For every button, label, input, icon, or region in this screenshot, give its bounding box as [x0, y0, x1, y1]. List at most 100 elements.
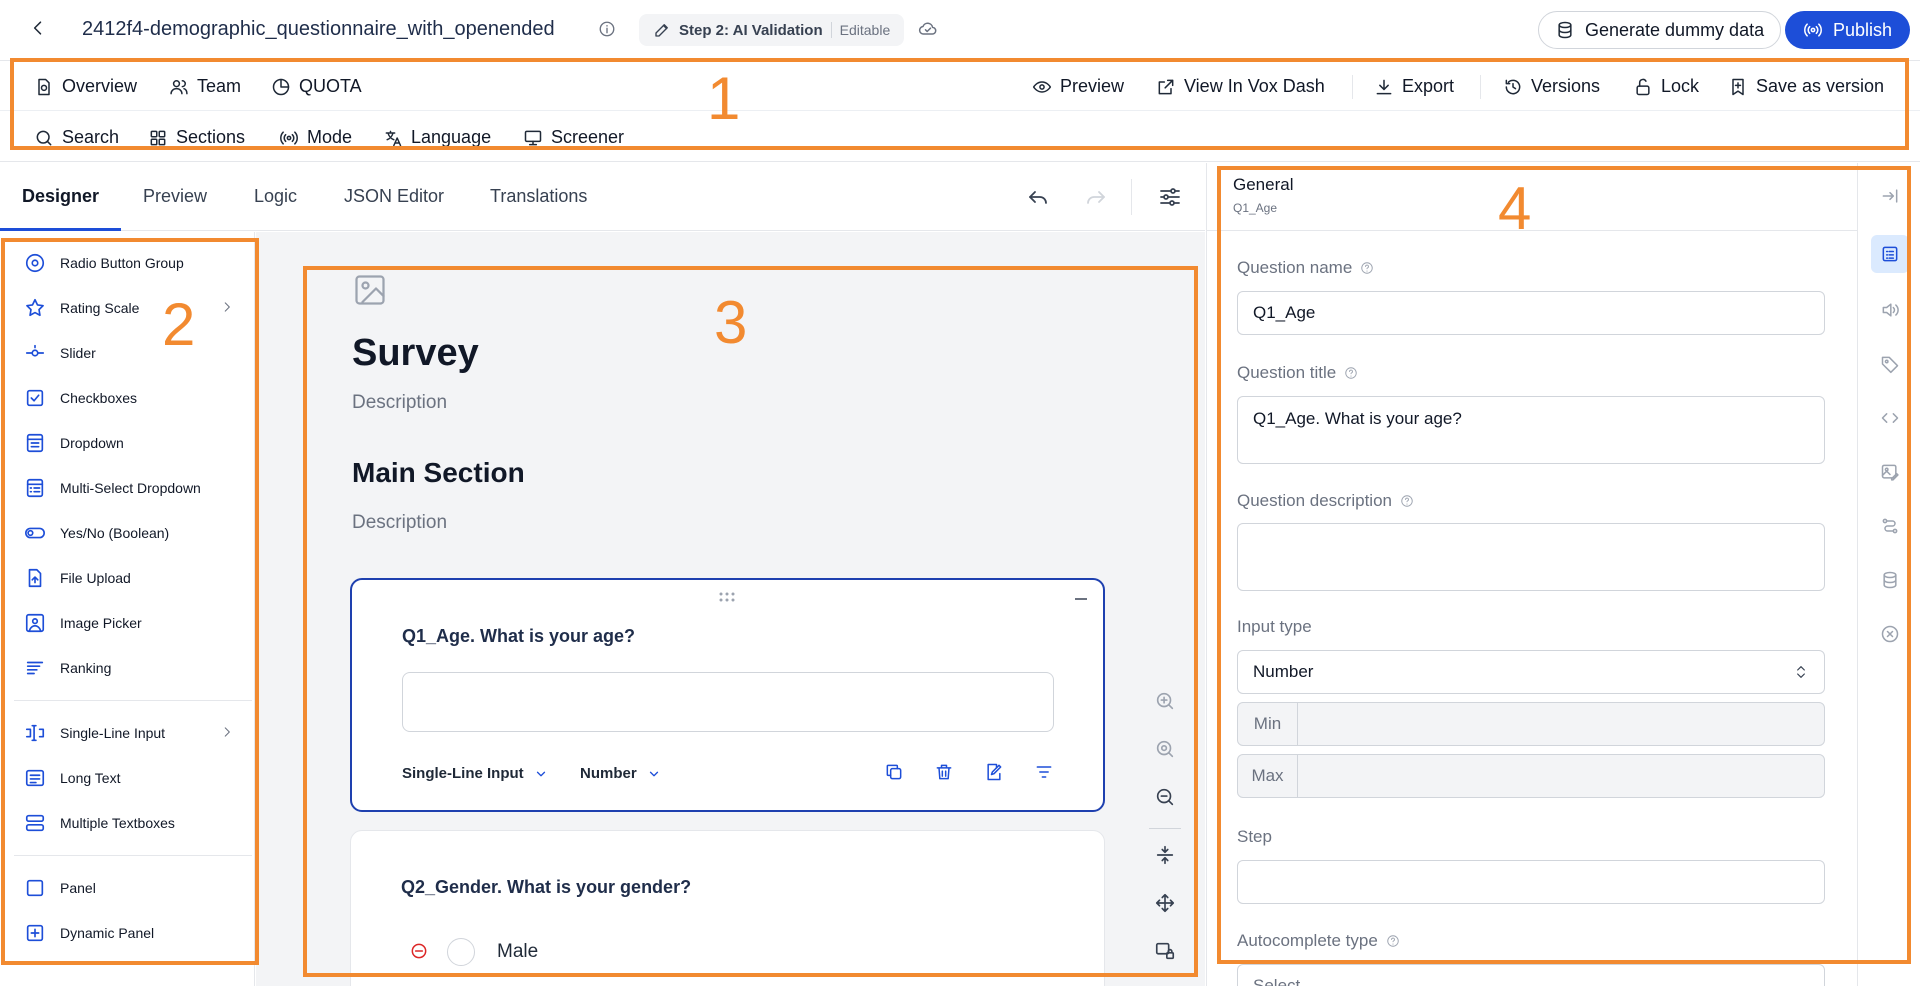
designer-settings-button[interactable] — [1158, 185, 1182, 209]
remove-choice-button[interactable] — [409, 941, 429, 961]
lock-button[interactable]: Lock — [1633, 76, 1699, 97]
search-button[interactable]: Search — [34, 127, 119, 148]
data-tab-button[interactable] — [1871, 561, 1909, 599]
general-tab-button[interactable] — [1871, 235, 1909, 273]
collapse-all-button[interactable] — [1154, 844, 1176, 866]
versions-button[interactable]: Versions — [1503, 76, 1600, 97]
toolbox-item-radio-button-group[interactable]: Radio Button Group — [24, 248, 234, 278]
undo-button[interactable] — [1026, 185, 1050, 209]
step-indicator[interactable]: Step 2: AI Validation Editable — [639, 14, 905, 46]
generate-dummy-data-button[interactable]: Generate dummy data — [1538, 11, 1782, 49]
question-type-dropdown[interactable]: Single-Line Input — [402, 765, 548, 782]
team-button[interactable]: Team — [169, 76, 241, 97]
question-card-q2[interactable]: Q2_Gender. What is your gender? Male — [350, 830, 1105, 986]
chevron-right-icon — [224, 302, 230, 312]
help-icon[interactable] — [1386, 934, 1400, 948]
select-value: Select... — [1253, 976, 1315, 986]
redo-button[interactable] — [1084, 185, 1108, 209]
input-type-select[interactable]: Number — [1237, 650, 1825, 694]
preview-button[interactable]: Preview — [1032, 76, 1124, 97]
zoom-in-button[interactable] — [1154, 690, 1176, 712]
dropdown-icon — [26, 433, 44, 453]
help-icon[interactable] — [1344, 366, 1358, 380]
autocomplete-type-label: Autocomplete type — [1237, 931, 1400, 951]
toolbox-item-yes-no-boolean[interactable]: Yes/No (Boolean) — [24, 518, 234, 548]
toolbox-item-long-text[interactable]: Long Text — [24, 763, 234, 793]
audio-tab-button[interactable] — [1871, 291, 1909, 329]
zoom-reset-button[interactable] — [1154, 738, 1176, 760]
toolbox-item-multiple-textboxes[interactable]: Multiple Textboxes — [24, 808, 234, 838]
toolbox-item-slider[interactable]: Slider — [24, 338, 234, 368]
redo-icon — [1087, 191, 1105, 204]
help-icon[interactable] — [1400, 494, 1414, 508]
media-tab-button[interactable] — [1871, 453, 1909, 491]
info-icon[interactable] — [598, 20, 616, 38]
overview-button[interactable]: Overview — [34, 76, 137, 97]
language-button[interactable]: Language — [383, 127, 491, 148]
save-version-label: Save as version — [1756, 76, 1885, 96]
toolbox-item-checkboxes[interactable]: Checkboxes — [24, 383, 234, 413]
survey-logo-placeholder[interactable] — [352, 272, 388, 308]
edit-button[interactable] — [984, 762, 1004, 782]
back-button[interactable] — [28, 18, 52, 42]
toolbox-item-rating-scale[interactable]: Rating Scale — [24, 293, 234, 323]
duplicate-button[interactable] — [884, 762, 904, 782]
tab-designer[interactable]: Designer — [22, 186, 99, 207]
section-description[interactable]: Description — [352, 512, 447, 534]
question-title[interactable]: Q2_Gender. What is your gender? — [401, 877, 691, 898]
toolbox-item-multi-select-dropdown[interactable]: Multi-Select Dropdown — [24, 473, 234, 503]
max-field[interactable]: Max — [1237, 754, 1825, 798]
choice-label[interactable]: Male — [497, 941, 538, 963]
question-title[interactable]: Q1_Age. What is your age? — [402, 626, 635, 647]
question-title-input[interactable]: Q1_Age. What is your age? — [1237, 396, 1825, 464]
toolbox-item-file-upload[interactable]: File Upload — [24, 563, 234, 593]
logic-tab-button[interactable] — [1871, 507, 1909, 545]
section-title[interactable]: Main Section — [352, 457, 525, 489]
zoom-out-button[interactable] — [1154, 786, 1176, 808]
tab-json-editor[interactable]: JSON Editor — [344, 186, 444, 207]
input-type-dropdown[interactable]: Number — [580, 765, 661, 782]
screener-button[interactable]: Screener — [523, 127, 624, 148]
drag-handle[interactable] — [718, 592, 736, 602]
toolbox-item-single-line-input[interactable]: Single-Line Input — [24, 718, 234, 748]
question-card-q1[interactable]: Q1_Age. What is your age? Single-Line In… — [350, 578, 1105, 812]
mode-button[interactable]: Mode — [279, 127, 352, 148]
lock-canvas-button[interactable] — [1154, 940, 1176, 962]
properties-panel: General Q1_Age Question name Q1_Age Ques… — [1206, 163, 1857, 986]
survey-title[interactable]: Survey — [352, 332, 479, 375]
question-toolbox: Radio Button Group Rating Scale Slider C… — [0, 232, 255, 986]
radio-choice[interactable] — [447, 938, 475, 966]
publish-button[interactable]: Publish — [1785, 11, 1911, 49]
delete-button[interactable] — [934, 762, 954, 782]
min-label: Min — [1238, 703, 1298, 745]
help-icon[interactable] — [1360, 261, 1374, 275]
code-tab-button[interactable] — [1871, 399, 1909, 437]
collapse-panel-button[interactable] — [1871, 177, 1909, 215]
tab-logic[interactable]: Logic — [254, 186, 297, 207]
toolbox-item-ranking[interactable]: Ranking — [24, 653, 234, 683]
survey-description[interactable]: Description — [352, 392, 447, 414]
question-name-input[interactable]: Q1_Age — [1237, 291, 1825, 335]
step-input[interactable] — [1237, 860, 1825, 904]
autocomplete-type-select[interactable]: Select... — [1237, 964, 1825, 986]
toolbox-item-image-picker[interactable]: Image Picker — [24, 608, 234, 638]
collapse-button[interactable] — [1075, 598, 1087, 600]
tags-tab-button[interactable] — [1871, 345, 1909, 383]
question-description-input[interactable] — [1237, 523, 1825, 591]
move-button[interactable] — [1154, 892, 1176, 914]
answer-input[interactable] — [402, 672, 1054, 732]
export-button[interactable]: Export — [1374, 76, 1454, 97]
toolbox-item-dropdown[interactable]: Dropdown — [24, 428, 234, 458]
sections-button[interactable]: Sections — [148, 127, 245, 148]
toolbox-item-dynamic-panel[interactable]: Dynamic Panel — [24, 918, 234, 948]
tab-preview[interactable]: Preview — [143, 186, 207, 207]
properties-header: General Q1_Age — [1207, 163, 1857, 231]
min-field[interactable]: Min — [1237, 702, 1825, 746]
quota-button[interactable]: QUOTA — [271, 76, 362, 97]
filter-button[interactable] — [1034, 762, 1054, 782]
tab-translations[interactable]: Translations — [490, 186, 587, 207]
view-in-vox-dash-button[interactable]: View In Vox Dash — [1156, 76, 1325, 97]
validation-tab-button[interactable] — [1871, 615, 1909, 653]
toolbox-item-panel[interactable]: Panel — [24, 873, 234, 903]
save-as-version-button[interactable]: Save as version — [1728, 76, 1884, 97]
